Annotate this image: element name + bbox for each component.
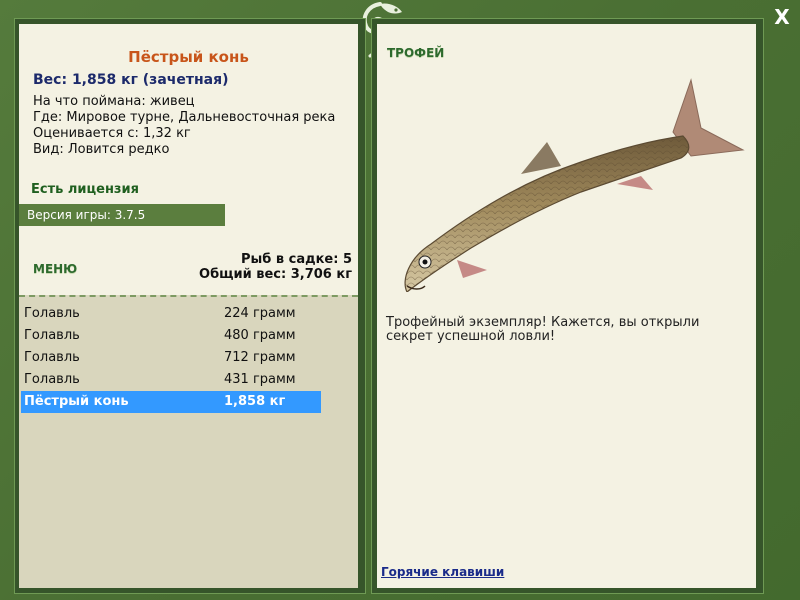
fish-illustration (404, 78, 745, 292)
catch-row[interactable]: Голавль 224 грамм (21, 303, 321, 325)
fish-name-title: Пёстрый конь (128, 48, 249, 66)
catch-weight: 431 грамм (224, 372, 296, 387)
catch-name: Голавль (24, 328, 80, 343)
catch-name: Голавль (24, 350, 80, 365)
fish-info-panel: Пёстрый конь Вес: 1,858 кг (зачетная) На… (19, 24, 358, 588)
valued-from-info: Оценивается с: 1,32 кг (33, 126, 191, 141)
catch-weight: 1,858 кг (224, 394, 286, 409)
trophy-panel: ТРОФЕЙ Трофейный экземпляр! Кажется, вы … (377, 24, 756, 588)
bait-info: На что поймана: живец (33, 94, 195, 109)
fish-count: Рыб в садке: 5 (240, 252, 352, 267)
catch-weight: 224 грамм (224, 306, 296, 321)
hotkeys-link[interactable]: Горячие клавиши (381, 565, 504, 579)
catch-row[interactable]: Голавль 480 грамм (21, 325, 321, 347)
catch-weight: 480 грамм (224, 328, 296, 343)
fish-weight: Вес: 1,858 кг (зачетная) (33, 72, 229, 88)
license-status: Есть лицензия (31, 182, 139, 197)
kind-info: Вид: Ловится редко (33, 142, 170, 157)
catch-name: Голавль (24, 372, 80, 387)
catch-row[interactable]: Голавль 431 грамм (21, 369, 321, 391)
catch-row-selected[interactable]: Пёстрый конь 1,858 кг (21, 391, 321, 413)
menu-link[interactable]: МЕНЮ (33, 262, 77, 276)
close-icon[interactable]: X (770, 6, 794, 28)
total-weight: Общий вес: 3,706 кг (199, 267, 352, 282)
trophy-description: Трофейный экземпляр! Кажется, вы открыли… (386, 315, 700, 344)
catch-list: Голавль 224 грамм Голавль 480 грамм Гола… (19, 295, 358, 588)
location-info: Где: Мировое турне, Дальневосточная река (33, 110, 336, 125)
game-version: Версия игры: 3.7.5 (19, 204, 225, 226)
catch-row[interactable]: Голавль 712 грамм (21, 347, 321, 369)
catch-name: Голавль (24, 306, 80, 321)
catch-weight: 712 грамм (224, 350, 296, 365)
catch-name: Пёстрый конь (24, 394, 129, 409)
keepnet-stats: Рыб в садке: 5 Общий вес: 3,706 кг (199, 252, 352, 282)
